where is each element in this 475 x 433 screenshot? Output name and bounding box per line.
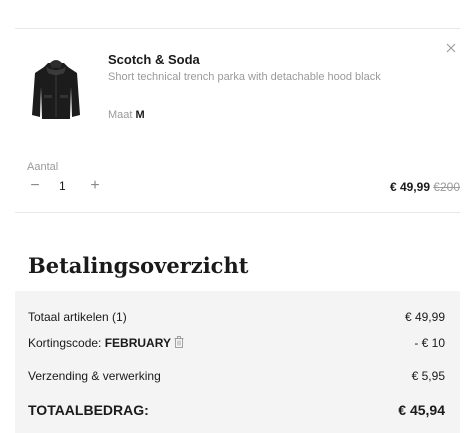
payment-summary: Totaal artikelen (1) € 49,99 Kortingscod… xyxy=(15,291,460,433)
current-price: € 49,99 xyxy=(389,180,430,194)
divider xyxy=(15,212,460,213)
coupon-amount: - € 10 xyxy=(414,336,445,350)
total-amount: € 45,94 xyxy=(398,402,445,418)
product-size: Maat M xyxy=(108,109,145,121)
quantity-increase-button[interactable]: + xyxy=(88,178,102,194)
articles-label: Totaal artikelen (1) xyxy=(28,310,127,324)
product-brand[interactable]: Scotch & Soda xyxy=(108,52,200,67)
size-value: M xyxy=(135,109,145,121)
quantity-label: Aantal xyxy=(27,161,59,173)
articles-amount: € 49,99 xyxy=(404,310,445,324)
size-label: Maat xyxy=(108,109,133,121)
coupon-line: Kortingscode: FEBRUARY xyxy=(28,336,184,350)
quantity-decrease-button[interactable]: − xyxy=(28,178,42,194)
summary-title: Betalingsoverzicht xyxy=(28,253,249,278)
checkout-page: Scotch & Soda Short technical trench par… xyxy=(0,0,475,433)
shipping-label: Verzending & verwerking xyxy=(28,369,161,383)
product-image[interactable] xyxy=(30,57,82,123)
trash-icon[interactable] xyxy=(174,336,184,348)
cart-item: Scotch & Soda Short technical trench par… xyxy=(15,29,460,212)
product-description[interactable]: Short technical trench parka with detach… xyxy=(108,71,381,83)
coupon-code: FEBRUARY xyxy=(104,336,171,350)
coupon-label: Kortingscode: xyxy=(28,336,105,350)
close-icon[interactable] xyxy=(444,41,458,55)
quantity-value: 1 xyxy=(59,179,66,193)
shipping-amount: € 5,95 xyxy=(411,369,445,383)
original-price: €200 xyxy=(433,180,460,194)
total-label: TOTAALBEDRAG: xyxy=(28,402,149,418)
